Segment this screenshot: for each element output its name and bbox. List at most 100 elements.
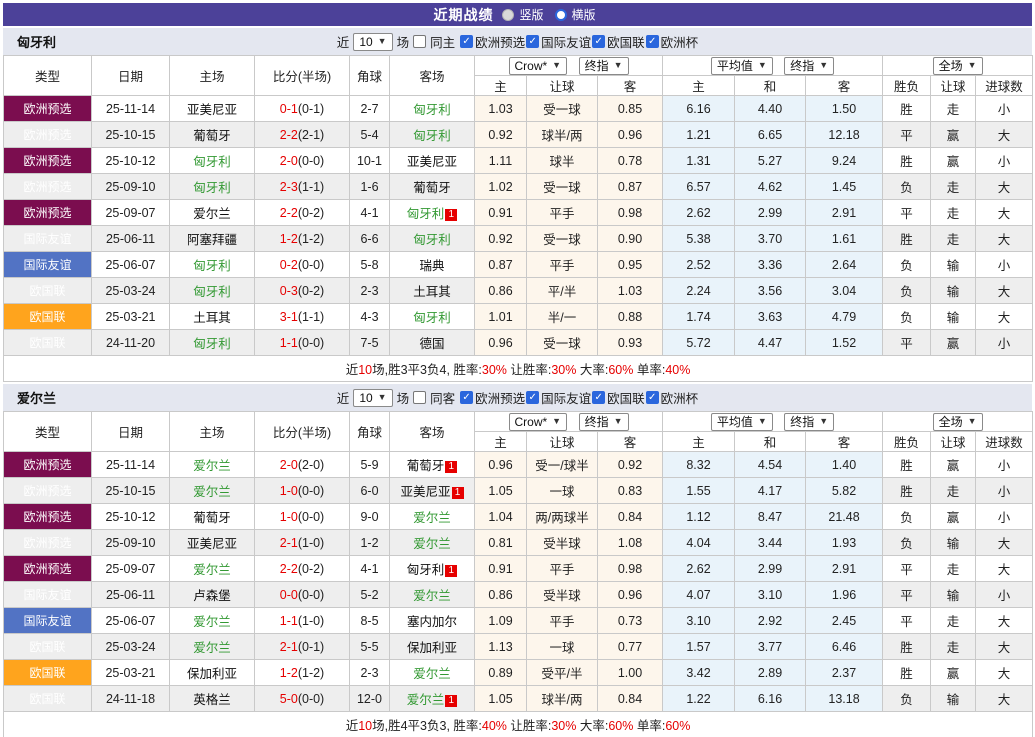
avg-home-cell: 1.55 [663, 478, 735, 504]
handicap-cell: 受一球 [527, 96, 598, 122]
avg-home-cell: 1.74 [663, 304, 735, 330]
date-cell: 25-09-07 [92, 556, 170, 582]
home-odds-cell: 1.01 [475, 304, 527, 330]
avg-draw-cell: 6.16 [735, 686, 806, 712]
col-header-goals: 进球数 [976, 76, 1033, 96]
same-venue-checkbox[interactable] [413, 391, 426, 404]
match-row: 欧洲预选25-10-15爱尔兰1-0(0-0)6-0亚美尼亚11.05一球0.8… [4, 478, 1033, 504]
avg-away-cell: 2.37 [806, 660, 883, 686]
halftime-score: (0-0) [298, 336, 324, 350]
team-name-text: 爱尔兰 [407, 693, 445, 707]
col-header-handicap: 让球 [527, 432, 598, 452]
match-row: 欧洲预选25-11-14爱尔兰2-0(2-0)5-9葡萄牙10.96受一/球半0… [4, 452, 1033, 478]
league-checkbox[interactable]: ✓ [460, 391, 473, 404]
summary-text: 让胜率: [507, 363, 551, 377]
score-cell: 2-2(0-2) [255, 556, 350, 582]
corner-cell: 5-2 [350, 582, 390, 608]
average-stage-select[interactable]: 终指▼ [784, 57, 834, 75]
avg-away-cell: 9.24 [806, 148, 883, 174]
league-checkbox[interactable]: ✓ [646, 35, 659, 48]
horizontal-layout-label[interactable]: 横版 [572, 6, 596, 23]
bookmaker-select[interactable]: Crow*▼ [509, 413, 568, 431]
avg-draw-cell: 8.47 [735, 504, 806, 530]
date-cell: 25-03-24 [92, 634, 170, 660]
league-checkbox[interactable]: ✓ [526, 391, 539, 404]
result-cell: 平 [883, 582, 931, 608]
avg-draw-cell: 6.65 [735, 122, 806, 148]
section-filter-bar: 匈牙利 近 10▼ 场 同主 ✓欧洲预选✓国际友谊✓欧国联✓欧洲杯 [3, 28, 1032, 55]
odds-stage-select[interactable]: 终指▼ [579, 413, 629, 431]
col-header-home-odds: 主 [475, 76, 527, 96]
home-odds-cell: 0.96 [475, 452, 527, 478]
home-team-cell: 葡萄牙 [170, 122, 255, 148]
average-select[interactable]: 平均值▼ [711, 413, 773, 431]
scope-select-cell: 全场▼ [883, 412, 1033, 432]
same-venue-checkbox[interactable] [413, 35, 426, 48]
match-type-cell: 欧国联 [4, 278, 92, 304]
vertical-layout-label[interactable]: 竖版 [519, 6, 543, 23]
summary-value: 40% [665, 363, 690, 377]
vertical-layout-radio[interactable] [502, 9, 514, 21]
scope-select[interactable]: 全场▼ [933, 413, 983, 431]
bookmaker-select[interactable]: Crow*▼ [509, 57, 568, 75]
match-row: 国际友谊25-06-07匈牙利0-2(0-0)5-8瑞典0.87平手0.952.… [4, 252, 1033, 278]
away-odds-cell: 0.78 [598, 148, 663, 174]
league-checkbox[interactable]: ✓ [592, 35, 605, 48]
average-stage-select[interactable]: 终指▼ [784, 413, 834, 431]
match-type-cell: 欧国联 [4, 686, 92, 712]
league-filters: ✓欧洲预选✓国际友谊✓欧国联✓欧洲杯 [459, 32, 698, 51]
date-cell: 25-06-11 [92, 226, 170, 252]
col-header-type: 类型 [4, 412, 92, 452]
summary-value: 60% [608, 363, 633, 377]
col-header-type: 类型 [4, 56, 92, 96]
col-header-date: 日期 [92, 56, 170, 96]
match-row: 欧洲预选25-10-12匈牙利2-0(0-0)10-1亚美尼亚1.11球半0.7… [4, 148, 1033, 174]
away-team-cell: 亚美尼亚1 [390, 478, 475, 504]
league-checkbox[interactable]: ✓ [460, 35, 473, 48]
home-team-cell: 亚美尼亚 [170, 96, 255, 122]
match-row: 欧国联25-03-24匈牙利0-3(0-2)2-3土耳其0.86平/半1.032… [4, 278, 1033, 304]
odds-stage-select[interactable]: 终指▼ [579, 57, 629, 75]
away-team-cell: 匈牙利 [390, 96, 475, 122]
fulltime-score: 2-0 [280, 458, 298, 472]
home-team-cell: 爱尔兰 [170, 556, 255, 582]
away-odds-cell: 0.84 [598, 504, 663, 530]
games-count-select[interactable]: 10▼ [353, 389, 392, 407]
avg-away-cell: 5.82 [806, 478, 883, 504]
bookmaker-select-cell: Crow*▼ 终指▼ [475, 412, 663, 432]
average-select[interactable]: 平均值▼ [711, 57, 773, 75]
chevron-down-icon: ▼ [968, 61, 977, 70]
games-unit-label: 场 [397, 32, 410, 51]
score-cell: 1-1(1-0) [255, 608, 350, 634]
avg-home-cell: 5.38 [663, 226, 735, 252]
match-type-cell: 欧国联 [4, 330, 92, 356]
games-count-select[interactable]: 10▼ [353, 33, 392, 51]
horizontal-layout-radio[interactable] [555, 9, 567, 21]
col-header-handicap-result: 让球 [931, 432, 976, 452]
handicap-result-cell: 走 [931, 200, 976, 226]
avg-away-cell: 13.18 [806, 686, 883, 712]
scope-select[interactable]: 全场▼ [933, 57, 983, 75]
home-odds-cell: 0.86 [475, 582, 527, 608]
avg-home-cell: 5.72 [663, 330, 735, 356]
away-team-cell: 匈牙利1 [390, 200, 475, 226]
goals-result-cell: 小 [976, 252, 1033, 278]
avg-away-cell: 2.91 [806, 200, 883, 226]
league-checkbox-label: 欧国联 [607, 32, 645, 51]
league-checkbox[interactable]: ✓ [526, 35, 539, 48]
away-odds-cell: 1.03 [598, 278, 663, 304]
league-checkbox[interactable]: ✓ [592, 391, 605, 404]
match-type-cell: 欧洲预选 [4, 200, 92, 226]
avg-home-cell: 2.52 [663, 252, 735, 278]
home-team-cell: 爱尔兰 [170, 608, 255, 634]
handicap-result-cell: 输 [931, 304, 976, 330]
home-odds-cell: 0.92 [475, 122, 527, 148]
date-cell: 25-03-21 [92, 304, 170, 330]
team-name-text: 葡萄牙 [193, 129, 231, 143]
goals-result-cell: 小 [976, 504, 1033, 530]
score-cell: 0-1(0-1) [255, 96, 350, 122]
avg-draw-cell: 2.92 [735, 608, 806, 634]
fulltime-score: 2-2 [280, 128, 298, 142]
league-checkbox[interactable]: ✓ [646, 391, 659, 404]
corner-cell: 5-5 [350, 634, 390, 660]
